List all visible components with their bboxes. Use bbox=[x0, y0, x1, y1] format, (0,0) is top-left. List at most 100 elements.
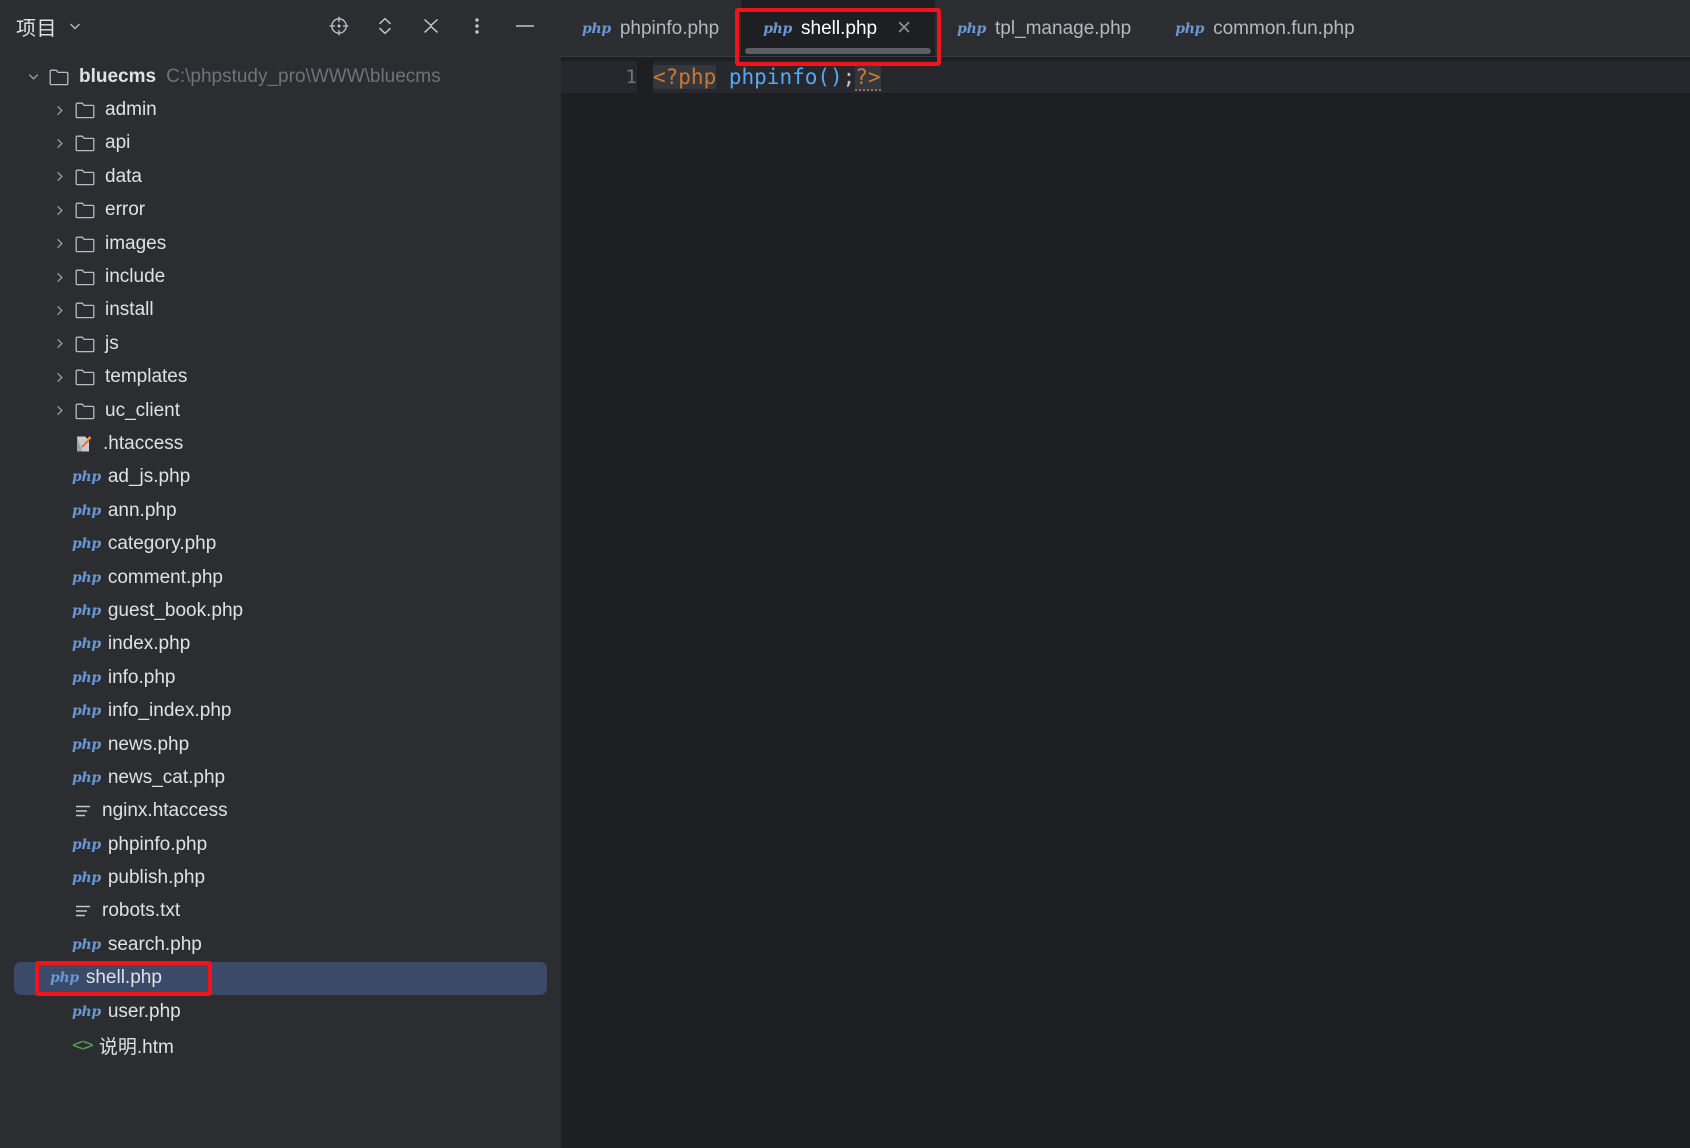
tree-item-guest_book.php[interactable]: php guest_book.php bbox=[0, 594, 560, 627]
tree-item-uc_client[interactable]: uc_client bbox=[0, 394, 560, 427]
chevron-right-icon[interactable] bbox=[50, 235, 68, 253]
close-icon[interactable]: ✕ bbox=[895, 19, 913, 38]
project-tool-window: 项目 bluecms C:\phpstudy_pro\WWW\bluecms a… bbox=[0, 0, 560, 1148]
tabs-container: php phpinfo.php php shell.php ✕ php tpl_manage… bbox=[560, 0, 1377, 57]
phpinfo-call: phpinfo() bbox=[728, 65, 843, 89]
panel-toolbar bbox=[326, 13, 546, 39]
tree-item-label: error bbox=[105, 199, 146, 221]
chevron-down-icon[interactable] bbox=[24, 68, 42, 86]
folder-icon bbox=[48, 66, 70, 88]
tree-item-label: index.php bbox=[107, 633, 191, 655]
html-icon: <> bbox=[72, 1034, 94, 1057]
tree-item-category.php[interactable]: php category.php bbox=[0, 527, 560, 560]
tab-label: tpl_manage.php bbox=[994, 17, 1132, 39]
php-icon: php bbox=[72, 870, 101, 887]
tree-item-label: ad_js.php bbox=[107, 466, 191, 488]
tree-item-admin[interactable]: admin bbox=[0, 93, 560, 126]
editor-tab-phpinfo-php[interactable]: php phpinfo.php bbox=[560, 0, 741, 57]
tree-item-data[interactable]: data bbox=[0, 160, 560, 193]
editor-tab-common-fun-php[interactable]: php common.fun.php bbox=[1153, 0, 1376, 57]
tree-item-label: nginx.htaccess bbox=[102, 800, 228, 822]
code-content[interactable]: <?php phpinfo();?> bbox=[653, 57, 1690, 1148]
folder-icon bbox=[74, 99, 96, 121]
php-icon: php bbox=[72, 703, 101, 720]
tree-item-label: publish.php bbox=[107, 867, 206, 889]
tree-item-label: news_cat.php bbox=[107, 766, 226, 788]
tree-item-news.php[interactable]: php news.php bbox=[0, 728, 560, 761]
tree-item-api[interactable]: api bbox=[0, 127, 560, 160]
tree-item-user.php[interactable]: php user.php bbox=[0, 995, 560, 1028]
editor-tab-tpl-manage-php[interactable]: php tpl_manage.php bbox=[935, 0, 1153, 57]
project-file-tree[interactable]: bluecms C:\phpstudy_pro\WWW\bluecms admi… bbox=[0, 52, 560, 1062]
tree-item-label: guest_book.php bbox=[107, 599, 244, 621]
tree-item-robots.txt[interactable]: robots.txt bbox=[0, 895, 560, 928]
php-icon: php bbox=[72, 602, 101, 619]
tree-item-label: images bbox=[105, 232, 167, 254]
select-opened-file-icon[interactable] bbox=[326, 13, 352, 39]
tree-item-ann.php[interactable]: php ann.php bbox=[0, 494, 560, 527]
tree-item-js[interactable]: js bbox=[0, 327, 560, 360]
tree-item-info.php[interactable]: php info.php bbox=[0, 661, 560, 694]
tab-scrollbar[interactable] bbox=[745, 48, 932, 54]
tree-item-label: templates bbox=[105, 366, 188, 388]
tab-label: phpinfo.php bbox=[619, 17, 720, 39]
tree-item-ad_js.php[interactable]: php ad_js.php bbox=[0, 461, 560, 494]
code-line-1[interactable]: <?php phpinfo();?> bbox=[653, 61, 1690, 93]
chevron-right-icon[interactable] bbox=[50, 101, 68, 119]
editor-left-border bbox=[560, 57, 561, 1148]
tree-item-info_index.php[interactable]: php info_index.php bbox=[0, 694, 560, 727]
minimize-icon[interactable] bbox=[510, 13, 540, 39]
tree-item-news_cat.php[interactable]: php news_cat.php bbox=[0, 761, 560, 794]
php-icon: php bbox=[72, 502, 101, 519]
line-number: 1 bbox=[560, 61, 637, 93]
tree-item-publish.php[interactable]: php publish.php bbox=[0, 861, 560, 894]
tree-item-templates[interactable]: templates bbox=[0, 361, 560, 394]
tree-item-install[interactable]: install bbox=[0, 294, 560, 327]
tree-item-nginx.htaccess[interactable]: nginx.htaccess bbox=[0, 795, 560, 828]
chevron-right-icon[interactable] bbox=[50, 301, 68, 319]
tree-item-images[interactable]: images bbox=[0, 227, 560, 260]
php-icon: php bbox=[1175, 20, 1205, 37]
tree-item-label: info_index.php bbox=[107, 700, 232, 722]
more-options-icon[interactable] bbox=[464, 13, 490, 39]
tree-item-phpinfo.php[interactable]: php phpinfo.php bbox=[0, 828, 560, 861]
chevron-down-icon[interactable] bbox=[67, 18, 83, 34]
tree-item-label: uc_client bbox=[105, 399, 180, 421]
chevron-right-icon[interactable] bbox=[50, 168, 68, 186]
root-folder-path: C:\phpstudy_pro\WWW\bluecms bbox=[166, 65, 441, 87]
php-icon: php bbox=[72, 569, 101, 586]
tree-item-label: search.php bbox=[107, 933, 202, 955]
line-number-gutter: 1 bbox=[560, 57, 653, 1148]
code-editor[interactable]: 1 <?php phpinfo();?> bbox=[560, 57, 1690, 1148]
tree-root-bluecms[interactable]: bluecms C:\phpstudy_pro\WWW\bluecms bbox=[0, 60, 560, 93]
chevron-right-icon[interactable] bbox=[50, 402, 68, 420]
tree-item-label: news.php bbox=[107, 733, 190, 755]
chevron-right-icon[interactable] bbox=[50, 335, 68, 353]
tree-item-label: 说明.htm bbox=[98, 1036, 174, 1058]
chevron-right-icon[interactable] bbox=[50, 268, 68, 286]
editor-area: php phpinfo.php php shell.php ✕ php tpl_manage… bbox=[560, 0, 1690, 1148]
collapse-all-icon[interactable] bbox=[418, 13, 444, 39]
chevron-right-icon[interactable] bbox=[50, 134, 68, 152]
tree-item-include[interactable]: include bbox=[0, 260, 560, 293]
folder-icon bbox=[74, 400, 96, 422]
tab-label: shell.php bbox=[801, 17, 878, 39]
editor-tab-bar[interactable]: php phpinfo.php php shell.php ✕ php tpl_manage… bbox=[560, 0, 1690, 57]
tree-item-search.php[interactable]: php search.php bbox=[0, 928, 560, 961]
php-icon: php bbox=[72, 836, 101, 853]
tree-item-comment.php[interactable]: php comment.php bbox=[0, 561, 560, 594]
tree-item-说明.htm[interactable]: <> 说明.htm bbox=[0, 1028, 560, 1061]
tree-item-index.php[interactable]: php index.php bbox=[0, 628, 560, 661]
chevron-right-icon[interactable] bbox=[50, 201, 68, 219]
ide-window: 项目 bluecms C:\phpstudy_pro\WWW\bluecms a… bbox=[0, 0, 1690, 1148]
php-icon: php bbox=[72, 636, 101, 653]
tree-item-.htaccess[interactable]: .htaccess bbox=[0, 427, 560, 460]
tree-item-label: data bbox=[105, 165, 142, 187]
expand-all-icon[interactable] bbox=[372, 13, 398, 39]
tree-item-error[interactable]: error bbox=[0, 194, 560, 227]
tree-item-shell.php[interactable]: php shell.php bbox=[14, 961, 547, 995]
text-file-icon bbox=[72, 800, 94, 822]
php-icon: php bbox=[72, 736, 101, 753]
chevron-right-icon[interactable] bbox=[50, 368, 68, 386]
folder-icon bbox=[74, 299, 96, 321]
